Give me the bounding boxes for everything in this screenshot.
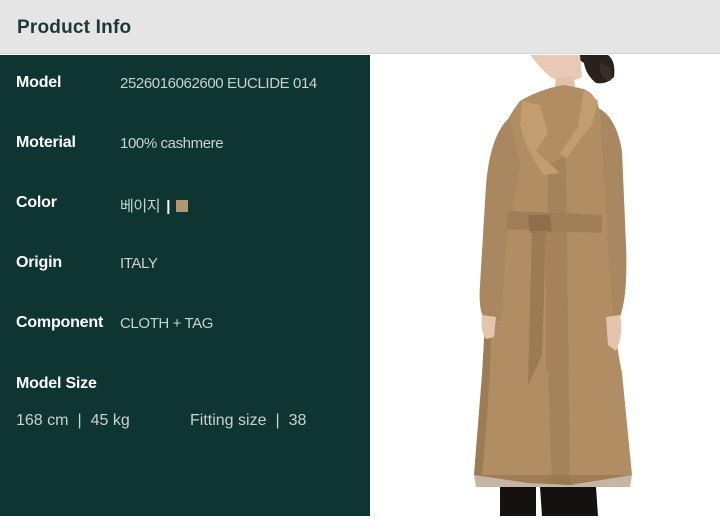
model-height: 168 cm (16, 412, 69, 429)
color-name: 베이지 (120, 198, 161, 215)
detail-label: Moterial (16, 134, 76, 151)
model-in-coat-image (474, 55, 632, 516)
detail-label: Color (16, 194, 57, 211)
header-bar: Product Info (0, 0, 720, 54)
detail-value: 2526016062600 EUCLIDE 014 (120, 75, 317, 92)
fitting-size: Fitting size | 38 (190, 412, 306, 430)
color-value: 베이지 | (120, 195, 188, 216)
color-swatch (176, 200, 188, 212)
fitting-value: 38 (288, 412, 307, 429)
detail-label: Component (16, 314, 104, 331)
detail-label: Model (16, 74, 62, 91)
detail-value: 100% cashmere (120, 135, 224, 152)
detail-label: Origin (16, 254, 62, 271)
fitting-separator: | (275, 412, 280, 429)
fitting-label: Fitting size (190, 412, 267, 429)
detail-value: CLOTH + TAG (120, 315, 213, 332)
color-separator: | (166, 198, 170, 215)
product-info-panel: Model 2526016062600 EUCLIDE 014 Moterial… (0, 55, 370, 516)
model-weight: 45 kg (90, 412, 130, 429)
model-size-line: 168 cm | 45 kg Fitting size | 38 (16, 412, 356, 430)
model-size-title: Model Size (16, 375, 97, 392)
size-separator: | (77, 412, 82, 429)
detail-value: ITALY (120, 255, 158, 272)
product-photo (370, 55, 720, 516)
section-title: Product Info (17, 17, 132, 38)
